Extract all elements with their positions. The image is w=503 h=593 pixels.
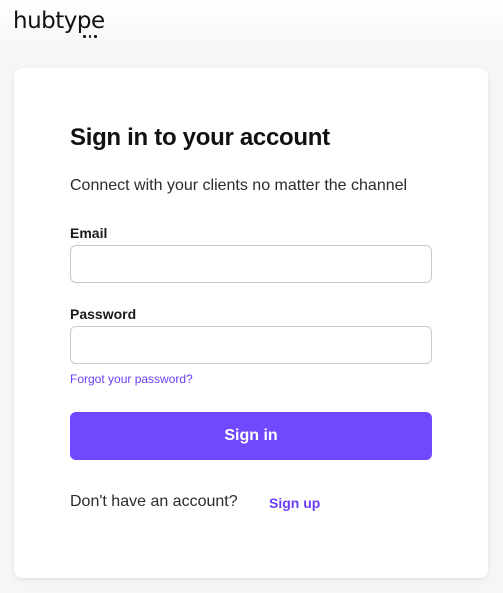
sign-in-button[interactable]: Sign in — [70, 412, 432, 460]
top-bar: hubtype — [0, 0, 503, 50]
hubtype-logo[interactable]: hubtype — [13, 8, 105, 38]
login-card: Sign in to your account Connect with you… — [14, 68, 488, 578]
logo-text: hubtype — [13, 8, 105, 34]
sign-up-link[interactable]: Sign up — [269, 495, 320, 511]
page-subtitle: Connect with your clients no matter the … — [70, 177, 408, 194]
page-title: Sign in to your account — [70, 124, 330, 151]
password-label: Password — [70, 306, 137, 322]
forgot-password-link[interactable]: Forgot your password? — [70, 372, 193, 386]
password-field[interactable] — [70, 326, 432, 364]
email-field[interactable] — [70, 245, 432, 283]
no-account-text: Don't have an account? — [70, 493, 238, 510]
logo-dots-icon — [83, 35, 97, 38]
email-label: Email — [70, 225, 108, 241]
